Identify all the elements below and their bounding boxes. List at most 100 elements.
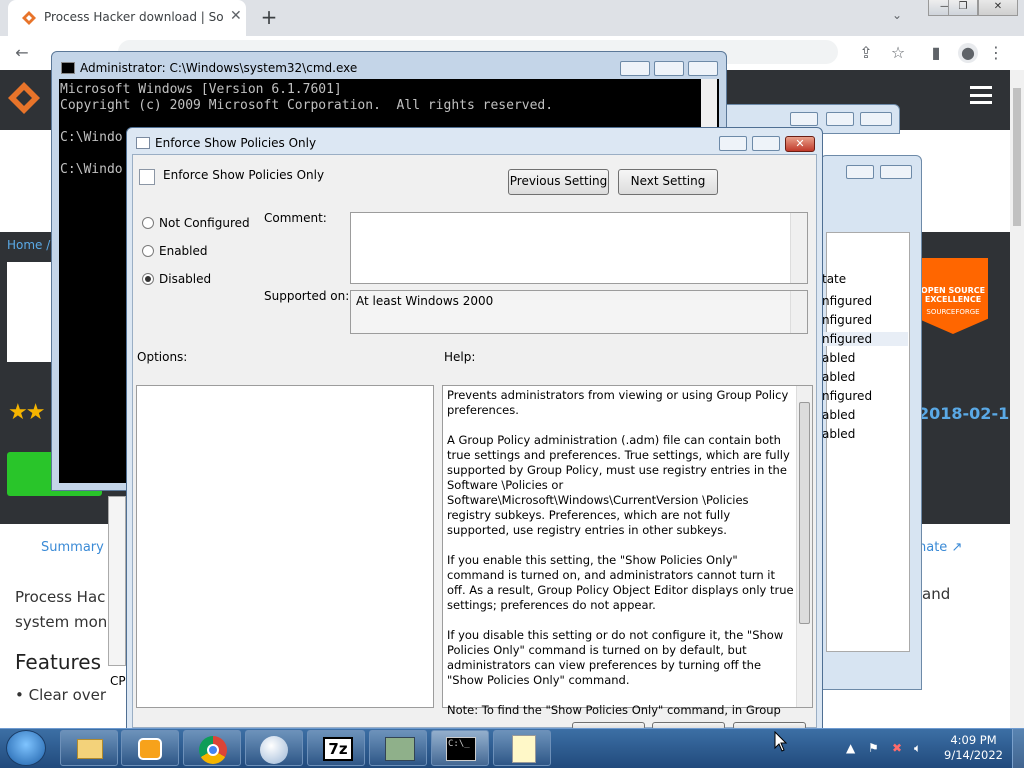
start-button[interactable] bbox=[6, 730, 46, 766]
list-item[interactable]: abled bbox=[822, 427, 855, 441]
minimize-button[interactable] bbox=[790, 112, 818, 126]
list-item[interactable]: nfigured bbox=[822, 313, 872, 327]
tray-expand-icon[interactable]: ▲ bbox=[846, 741, 855, 755]
disabled-radio[interactable] bbox=[142, 273, 154, 285]
cmd-icon bbox=[61, 62, 75, 74]
previous-setting-button[interactable]: Previous Setting bbox=[508, 169, 609, 195]
orb-app-icon bbox=[260, 736, 288, 764]
taskbar-app[interactable] bbox=[121, 730, 179, 766]
page-scrollbar[interactable] bbox=[1010, 70, 1024, 728]
chevron-down-icon[interactable]: ⌄ bbox=[892, 8, 902, 22]
disabled-label[interactable]: Disabled bbox=[159, 272, 211, 286]
console-line: Microsoft Windows [Version 6.1.7601] bbox=[60, 82, 342, 97]
help-scrollbar-thumb[interactable] bbox=[799, 402, 810, 624]
minimize-button[interactable] bbox=[719, 136, 747, 151]
clock-time: 4:09 PM bbox=[950, 733, 997, 747]
feature-bullet: • Clear over bbox=[15, 686, 107, 704]
taskbar-clock[interactable]: 4:09 PM 9/14/2022 bbox=[944, 733, 1003, 763]
7zip-icon: 7z bbox=[323, 737, 353, 761]
next-setting-button[interactable]: Next Setting bbox=[618, 169, 718, 195]
console-scrollbar[interactable] bbox=[701, 79, 717, 127]
star-icon[interactable]: ☆ bbox=[888, 43, 908, 63]
maximize-button[interactable] bbox=[752, 136, 780, 151]
policy-name: Enforce Show Policies Only bbox=[163, 168, 325, 182]
volume-icon[interactable]: 🔈︎ bbox=[914, 741, 921, 756]
badge-brand: SOURCEFORGE bbox=[926, 308, 980, 316]
close-tab-icon[interactable]: ✕ bbox=[230, 8, 242, 24]
action-center-icon[interactable]: ⚑ bbox=[868, 741, 879, 755]
donate-label: nate bbox=[918, 540, 948, 555]
close-window-button[interactable]: ✕ bbox=[978, 0, 1018, 16]
network-icon[interactable]: ✖ bbox=[892, 741, 902, 755]
maximize-button[interactable] bbox=[654, 61, 684, 76]
tab-donate[interactable]: nate ↗ bbox=[918, 540, 962, 555]
network-monitor-icon bbox=[385, 737, 415, 761]
comment-scrollbar[interactable] bbox=[790, 213, 807, 283]
close-icon[interactable]: ✕ bbox=[785, 136, 815, 152]
site-logo-icon[interactable] bbox=[6, 80, 42, 116]
minimize-button[interactable] bbox=[620, 61, 650, 76]
supported-scrollbar[interactable] bbox=[790, 291, 807, 333]
enabled-label[interactable]: Enabled bbox=[159, 244, 208, 258]
list-item[interactable]: nfigured bbox=[822, 294, 872, 308]
console-line: C:\Windo bbox=[60, 162, 123, 177]
media-player-icon bbox=[138, 738, 162, 760]
maximize-button[interactable] bbox=[846, 165, 874, 179]
list-item[interactable]: nfigured bbox=[822, 332, 908, 346]
enabled-radio[interactable] bbox=[142, 245, 154, 257]
close-button[interactable] bbox=[860, 112, 892, 126]
maximize-button[interactable] bbox=[826, 112, 854, 126]
profile-icon[interactable]: ● bbox=[958, 43, 978, 63]
list-item[interactable]: abled bbox=[822, 408, 855, 422]
cmd-icon: C:\_ bbox=[446, 737, 476, 761]
maximize-button[interactable]: ❐ bbox=[948, 0, 978, 16]
supported-on-label: Supported on: bbox=[264, 289, 350, 303]
back-icon[interactable]: ← bbox=[12, 43, 32, 63]
taskbar-app[interactable]: C:\_ bbox=[431, 730, 489, 766]
state-column-header[interactable]: tate bbox=[822, 272, 846, 286]
taskbar-app[interactable] bbox=[369, 730, 427, 766]
menu-dots-icon[interactable]: ⋮ bbox=[986, 43, 1006, 63]
help-scrollbar[interactable] bbox=[796, 386, 812, 707]
last-update-date: 2018-02-10 bbox=[918, 404, 1021, 423]
comment-field[interactable] bbox=[350, 212, 808, 284]
list-item[interactable]: abled bbox=[822, 370, 855, 384]
list-item[interactable]: nfigured bbox=[822, 389, 872, 403]
explorer-icon bbox=[77, 739, 103, 759]
taskbar-app[interactable] bbox=[183, 730, 241, 766]
share-icon[interactable]: ⇪ bbox=[856, 43, 876, 63]
new-tab-button[interactable]: + bbox=[256, 5, 282, 31]
sidepanel-icon[interactable]: ▮ bbox=[926, 43, 946, 63]
hamburger-menu-icon[interactable] bbox=[970, 86, 992, 104]
comment-label: Comment: bbox=[264, 211, 327, 225]
close-button[interactable] bbox=[880, 165, 912, 179]
description-text: Process Hac system mon bbox=[15, 588, 108, 631]
scrollbar-thumb[interactable] bbox=[1013, 88, 1021, 226]
rating-stars: ★★ bbox=[8, 400, 45, 425]
tab-summary[interactable]: Summary bbox=[41, 540, 104, 555]
notepad-icon bbox=[512, 735, 536, 763]
options-pane bbox=[136, 385, 434, 708]
setting-icon bbox=[139, 169, 155, 185]
list-item[interactable]: abled bbox=[822, 351, 855, 365]
not-configured-radio[interactable] bbox=[142, 217, 154, 229]
taskbar-app[interactable]: 7z bbox=[307, 730, 365, 766]
project-icon bbox=[7, 262, 51, 362]
chrome-icon bbox=[199, 736, 227, 764]
taskbar-app[interactable] bbox=[245, 730, 303, 766]
taskbar-app[interactable] bbox=[493, 730, 551, 766]
not-configured-label[interactable]: Not Configured bbox=[159, 216, 250, 230]
browser-tab[interactable]: Process Hacker download | Sour ✕ bbox=[8, 0, 246, 36]
console-line: Copyright (c) 2009 Microsoft Corporation… bbox=[60, 98, 554, 113]
sourceforge-badge: OPEN SOURCE EXCELLENCE SOURCEFORGE bbox=[918, 258, 988, 334]
clock-date: 9/14/2022 bbox=[944, 748, 1003, 762]
favicon-icon bbox=[22, 11, 36, 25]
taskbar-app[interactable] bbox=[60, 730, 118, 766]
dialog-title: Enforce Show Policies Only bbox=[155, 136, 317, 150]
external-link-icon: ↗ bbox=[951, 540, 963, 555]
mouse-cursor-icon bbox=[774, 731, 788, 752]
show-desktop-button[interactable] bbox=[1012, 729, 1024, 768]
features-heading: Features bbox=[15, 650, 101, 674]
console-line: C:\Windo bbox=[60, 130, 123, 145]
close-button[interactable] bbox=[688, 61, 718, 76]
